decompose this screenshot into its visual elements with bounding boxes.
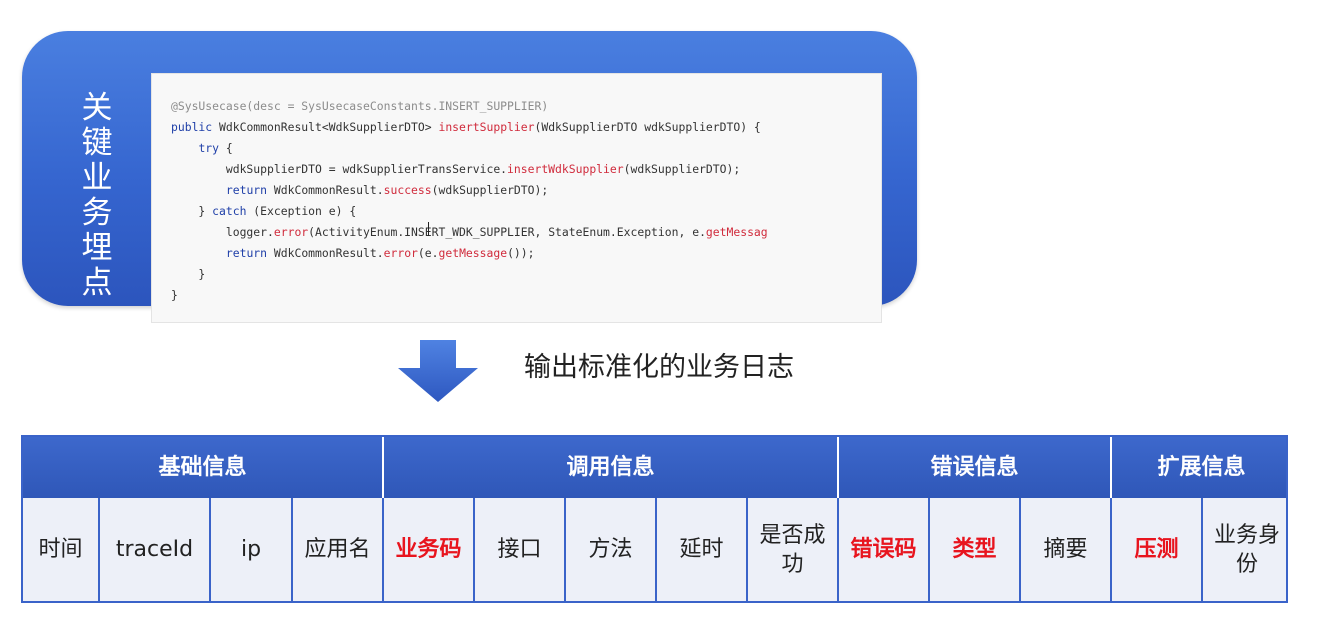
code-token: (WdkSupplierDTO wdkSupplierDTO) { (534, 120, 761, 134)
code-token: success (383, 183, 432, 197)
field-cell: 业务身份 (1203, 498, 1291, 601)
code-line: } (171, 285, 768, 306)
field-cell: 方法 (566, 498, 657, 601)
code-token: } (171, 267, 206, 281)
log-fields-table: 基础信息 调用信息 错误信息 扩展信息 时间 traceId ip 应用名 业务码 接口 方法 延时… (21, 435, 1288, 603)
code-token: catch (212, 204, 247, 218)
field-cell: 时间 (23, 498, 100, 601)
code-line: } catch (Exception e) { (171, 201, 768, 222)
code-token: { (219, 141, 233, 155)
business-tracking-panel: 关 键 业 务 埋 点 @SysUsecase(desc = SysUsecas… (22, 31, 917, 323)
group-header-cell: 错误信息 (839, 437, 1112, 498)
field-cell: 压测 (1112, 498, 1203, 601)
code-token: return (225, 183, 268, 197)
field-cell: 接口 (475, 498, 566, 601)
code-token: error (273, 225, 309, 239)
field-cell: ip (211, 498, 293, 601)
group-header-row: 基础信息 调用信息 错误信息 扩展信息 (23, 437, 1286, 498)
panel-label-char: 业 (81, 160, 113, 196)
panel-label-char: 埋 (81, 230, 113, 266)
field-cell: 延时 (657, 498, 748, 601)
code-token: public (171, 120, 220, 134)
code-token: (ActivityEnum.INSERT_WDK_SUPPLIER, State… (308, 225, 706, 239)
code-token: (Exception e) { (246, 204, 357, 218)
code-token: WdkCommonResult. (267, 246, 384, 260)
code-token: } (171, 288, 178, 302)
code-token: wdkSupplierDTO = wdkSupplierTransService… (171, 162, 508, 176)
code-token: (wdkSupplierDTO); (623, 162, 741, 176)
code-token: insertSupplier (438, 120, 535, 134)
field-label: 应用名 (304, 537, 371, 562)
group-header-cell: 调用信息 (384, 437, 839, 498)
code-line: } (171, 264, 768, 285)
group-header-cell: 扩展信息 (1157, 455, 1246, 480)
code-token: (e. (417, 246, 439, 260)
field-label: 摘要 (1043, 537, 1088, 562)
code-line: wdkSupplierDTO = wdkSupplierTransService… (171, 159, 768, 180)
code-token: ()); (507, 246, 535, 260)
field-label: 是否成功 (759, 522, 826, 577)
panel-vertical-label: 关 键 业 务 埋 点 (76, 91, 118, 301)
panel-label-char: 务 (81, 195, 113, 231)
code-token: insertWdkSupplier (507, 162, 624, 176)
text-cursor (428, 222, 429, 236)
code-token: } (171, 204, 213, 218)
code-line: try { (171, 138, 768, 159)
field-cell: 应用名 (293, 498, 384, 601)
code-snippet: @SysUsecase(desc = SysUsecaseConstants.I… (151, 73, 882, 323)
field-label: 接口 (497, 537, 542, 562)
field-label: 时间 (38, 537, 83, 562)
code-token: @SysUsecase(desc = SysUsecaseConstants.I… (171, 99, 549, 113)
panel-label-char: 点 (81, 265, 113, 301)
field-label: 压测 (1134, 537, 1179, 562)
field-cell: 摘要 (1021, 498, 1112, 601)
field-cell: 是否成功 (748, 498, 839, 601)
field-cell: 业务码 (384, 498, 475, 601)
code-token: return (225, 246, 268, 260)
field-label: 方法 (588, 537, 633, 562)
code-line: public WdkCommonResult<WdkSupplierDTO> i… (171, 117, 768, 138)
code-token: getMessage (438, 246, 508, 260)
code-line: @SysUsecase(desc = SysUsecaseConstants.I… (171, 96, 768, 117)
code-line: return WdkCommonResult.success(wdkSuppli… (171, 180, 768, 201)
field-label: 业务码 (395, 537, 462, 562)
field-label: 延时 (679, 537, 724, 562)
code-token: WdkCommonResult<WdkSupplierDTO> (219, 120, 439, 134)
field-label: 类型 (952, 537, 997, 562)
field-label: 错误码 (850, 537, 917, 562)
code-line: logger.error(ActivityEnum.INSERT_WDK_SUP… (171, 222, 768, 243)
field-cell: 错误码 (839, 498, 930, 601)
code-line: return WdkCommonResult.error(e.getMessag… (171, 243, 768, 264)
code-token: getMessag (705, 225, 768, 239)
down-arrow-icon (398, 340, 478, 402)
caption-text: 输出标准化的业务日志 (524, 352, 794, 383)
field-label: 业务身份 (1213, 522, 1280, 577)
field-row: 时间 traceId ip 应用名 业务码 接口 方法 延时 是否成功 错误码 类型 摘要 压测 业务身份 (23, 498, 1286, 601)
panel-label-char: 键 (81, 125, 113, 161)
diagram-canvas: 关 键 业 务 埋 点 @SysUsecase(desc = SysUsecas… (0, 0, 1331, 629)
code-token: try (198, 141, 220, 155)
group-header-cell: 基础信息 (23, 437, 384, 498)
code-token: logger. (171, 225, 274, 239)
field-label: ip (240, 537, 262, 562)
field-cell: 类型 (930, 498, 1021, 601)
code-token: WdkCommonResult. (267, 183, 384, 197)
code-text: @SysUsecase(desc = SysUsecaseConstants.I… (171, 96, 768, 306)
field-cell: traceId (100, 498, 211, 601)
panel-label-char: 关 (81, 90, 113, 126)
code-token: error (383, 246, 418, 260)
field-label: traceId (115, 537, 194, 562)
code-token: (wdkSupplierDTO); (431, 183, 549, 197)
